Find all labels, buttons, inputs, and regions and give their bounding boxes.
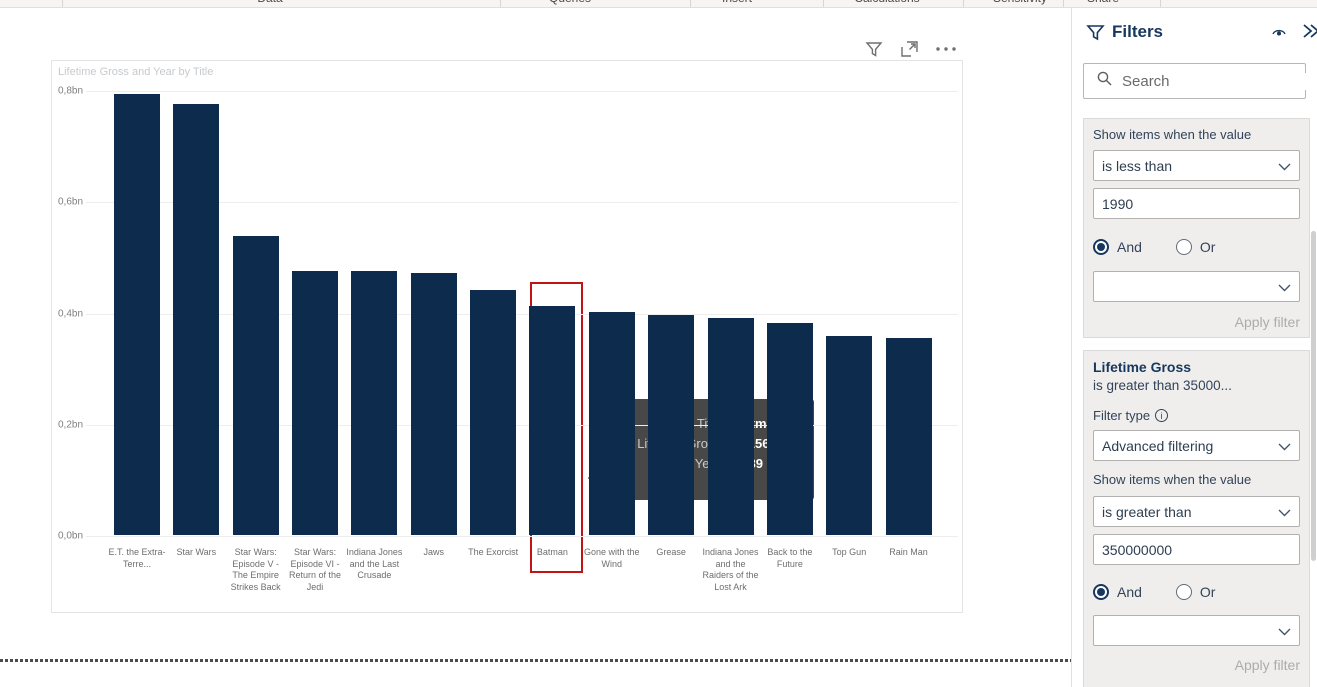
bar[interactable]: [351, 271, 398, 535]
info-circle-icon: i: [1155, 409, 1169, 422]
eye-icon[interactable]: [1270, 24, 1288, 45]
x-axis-category-label: Back to the Future: [767, 547, 813, 569]
scrollbar-thumb[interactable]: [1311, 231, 1316, 561]
x-axis-category-label: Rain Man: [889, 547, 928, 557]
chevron-down-icon: [1278, 438, 1291, 454]
or-radio[interactable]: [1175, 584, 1192, 600]
bar[interactable]: [826, 336, 873, 535]
filters-funnel-icon: [1086, 23, 1105, 47]
second-condition-dropdown[interactable]: [1093, 615, 1300, 646]
y-axis-tick-label: 0,8bn: [58, 85, 84, 97]
bar[interactable]: [707, 318, 754, 535]
search-input[interactable]: [1122, 72, 1317, 90]
page-boundary-dotted-line: [0, 659, 1072, 662]
filter-summary: is greater than 35000...: [1093, 378, 1232, 393]
condition-dropdown[interactable]: is greater than: [1093, 496, 1300, 527]
chevron-down-icon: [1278, 504, 1291, 520]
chart-title: Lifetime Gross and Year by Title: [58, 66, 214, 78]
filter-type-dropdown[interactable]: Advanced filtering: [1093, 430, 1300, 461]
chevron-down-icon: [1278, 279, 1291, 295]
and-radio-label: And: [1117, 584, 1142, 600]
and-radio[interactable]: [1093, 239, 1109, 255]
gridline: [86, 536, 958, 537]
bar[interactable]: [766, 323, 813, 535]
filter-field-name: Lifetime Gross: [1093, 359, 1192, 375]
ribbon-separator: [823, 0, 824, 7]
chevron-down-icon: [1278, 623, 1291, 639]
x-axis-category-label: E.T. the Extra-Terre...: [108, 547, 166, 569]
x-axis-category-label: Star Wars: Episode V - The Empire Strike…: [230, 547, 281, 592]
show-items-label: Show items when the value: [1093, 472, 1252, 487]
chevron-down-icon: [1278, 158, 1291, 174]
condition-value-input[interactable]: [1093, 188, 1300, 219]
y-axis-tick-label: 0,4bn: [58, 308, 84, 319]
ribbon-separator: [500, 0, 501, 7]
x-axis-category-label: Indiana Jones and the Raiders of the Los…: [702, 547, 759, 592]
bar-chart-visual[interactable]: Lifetime Gross and Year by Title Title B…: [51, 60, 963, 613]
ribbon-separator: [1160, 0, 1161, 7]
x-axis-category-label: Star Wars: Episode VI - Return of the Je…: [289, 547, 342, 592]
x-axis-category-label: Indiana Jones and the Last Crusade: [346, 547, 403, 580]
and-radio[interactable]: [1093, 584, 1109, 600]
show-items-label: Show items when the value: [1093, 127, 1252, 142]
y-axis-tick-label: 0,2bn: [58, 419, 84, 431]
x-axis-category-label: Star Wars: [176, 547, 217, 557]
bar[interactable]: [529, 306, 576, 535]
focus-mode-expand-icon[interactable]: [900, 40, 919, 64]
apply-filter-button[interactable]: Apply filter: [1093, 657, 1300, 673]
app-window: Data Queries Insert Calculations Sensitivity…: [0, 0, 1317, 687]
x-axis-category-label: Top Gun: [832, 547, 867, 557]
filter-card-lifetime-gross: Lifetime Gross is greater than 35000... …: [1083, 350, 1310, 687]
ribbon-tab-sensitivity[interactable]: Sensitivity: [993, 0, 1047, 5]
or-radio-label: Or: [1199, 584, 1216, 600]
ribbon-tab-calculations[interactable]: Calculations: [854, 0, 919, 5]
bar[interactable]: [114, 94, 160, 535]
ribbon-separator: [1063, 0, 1064, 7]
condition-dropdown[interactable]: is less than: [1093, 150, 1300, 181]
bar[interactable]: [232, 236, 279, 535]
ribbon-separator: [963, 0, 964, 7]
ribbon-separator: [62, 0, 63, 7]
bar[interactable]: [648, 315, 695, 535]
condition-value-input[interactable]: [1093, 534, 1300, 565]
or-radio[interactable]: [1175, 239, 1192, 255]
ribbon-strip: Data Queries Insert Calculations Sensitivity…: [0, 0, 1317, 8]
ribbon-tab-insert[interactable]: Insert: [722, 0, 752, 5]
bar[interactable]: [410, 273, 457, 535]
filters-pane: Filters Show items when the val: [1072, 8, 1317, 687]
filter-type-label: Filter type i: [1093, 408, 1300, 423]
bar[interactable]: [885, 338, 932, 535]
bar[interactable]: [173, 104, 220, 535]
bar[interactable]: [588, 312, 635, 535]
bar[interactable]: [292, 271, 339, 535]
x-axis-category-label: Gone with the Wind: [584, 547, 640, 569]
condition-dropdown-value: is less than: [1102, 157, 1173, 174]
gridline: [86, 91, 958, 92]
x-axis-category-label: The Exorcist: [468, 547, 519, 557]
ribbon-separator: [690, 0, 691, 7]
condition-dropdown-value: is greater than: [1102, 503, 1192, 520]
more-options-ellipsis-icon[interactable]: [934, 41, 958, 62]
collapse-pane-double-chevron-right-icon[interactable]: [1300, 22, 1317, 45]
or-radio-label: Or: [1199, 239, 1216, 255]
x-axis-category-label: Batman: [536, 547, 568, 557]
filter-search-box[interactable]: [1083, 63, 1317, 99]
filter-type-value: Advanced filtering: [1102, 437, 1214, 454]
x-axis-category-label: Grease: [656, 547, 686, 557]
apply-filter-button[interactable]: Apply filter: [1093, 314, 1300, 330]
ribbon-tab-share[interactable]: Share: [1087, 0, 1119, 5]
ribbon-tab-queries[interactable]: Queries: [549, 0, 591, 5]
visual-filter-funnel-icon[interactable]: [864, 39, 884, 64]
bar[interactable]: [470, 290, 517, 535]
filter-card-year: Show items when the value is less than A…: [1083, 118, 1310, 338]
second-condition-dropdown[interactable]: [1093, 271, 1300, 302]
filters-pane-title: Filters: [1112, 22, 1164, 41]
y-axis-tick-label: 0,6bn: [58, 196, 84, 208]
y-axis-tick-label: 0,0bn: [58, 530, 84, 542]
and-radio-label: And: [1117, 239, 1142, 255]
magnifier-icon: [1096, 70, 1113, 92]
x-axis-category-label: Jaws: [423, 547, 444, 557]
ribbon-tab-data[interactable]: Data: [257, 0, 282, 5]
